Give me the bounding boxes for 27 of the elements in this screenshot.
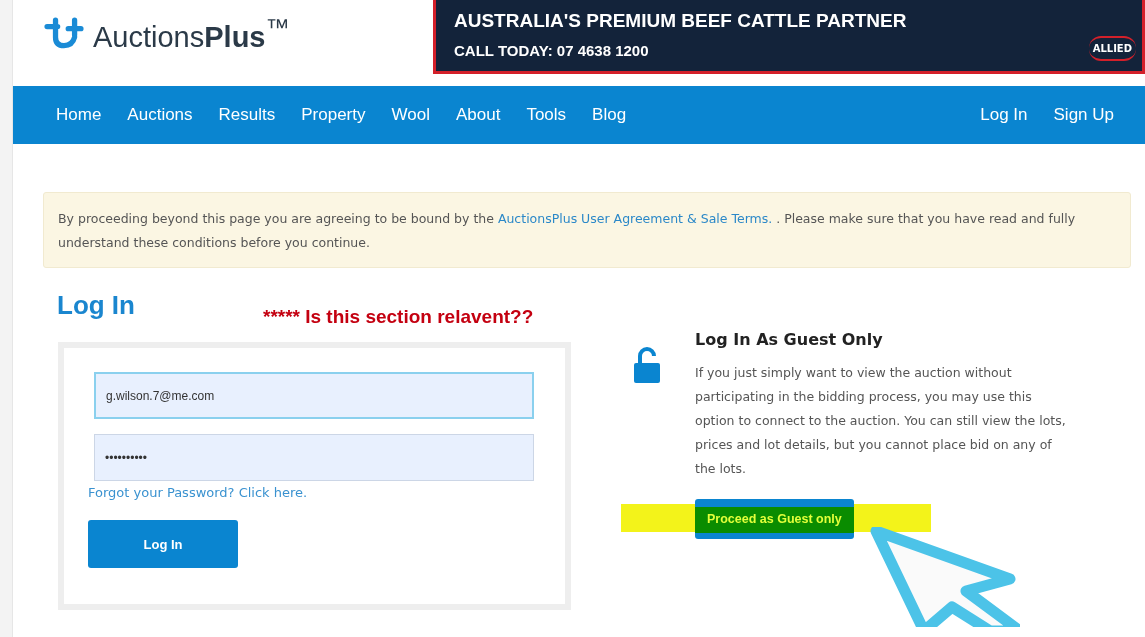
nav-link[interactable]: Log In: [967, 105, 1041, 125]
banner-headline: AUSTRALIA'S PREMIUM BEEF CATTLE PARTNER: [454, 9, 907, 32]
login-heading: Log In: [57, 290, 135, 321]
guest-heading: Log In As Guest Only: [695, 330, 884, 349]
logo-text[interactable]: AuctionsPlus$^{™}$: [93, 14, 290, 54]
nav-link[interactable]: Blog: [579, 105, 640, 125]
annotation-text: ***** Is this section relavent??: [263, 306, 534, 328]
unlock-icon: [633, 346, 661, 384]
login-button[interactable]: Log In: [88, 520, 238, 568]
brand-logo: ALLIED: [1088, 35, 1136, 61]
nav-link[interactable]: Auctions: [114, 105, 206, 125]
ad-banner[interactable]: AUSTRALIA'S PREMIUM BEEF CATTLE PARTNER CALL TODAY: 07 4638 1200 ALLIED: [433, 0, 1145, 74]
nav-link[interactable]: Tools: [513, 105, 580, 125]
forgot-password-link[interactable]: Forgot your Password? Click here.: [88, 485, 565, 500]
terms-link[interactable]: AuctionsPlus User Agreement & Sale Terms.: [497, 211, 773, 226]
banner-phone: CALL TODAY: 07 4638 1200: [454, 41, 650, 59]
nav-link[interactable]: Sign Up: [1040, 105, 1127, 125]
notice-text: By proceeding beyond this page you are agreeing to be bound by the AuctionsPlus User Agreement & Sale Terms. . Please make sure that you have read and fully understand these conditions before you continue.: [58, 210, 1077, 252]
guest-description: If you just simply want to view the auction without participating in the bidding process, you may use this option to connect to the auction. You can still view the lots, prices and lot details, but you cannot place bid on any of the lots.: [695, 364, 1067, 478]
nav-link[interactable]: Results: [205, 105, 289, 125]
guest-button[interactable]: Proceed as Guest only: [695, 499, 854, 539]
password-field[interactable]: ••••••••••: [94, 434, 534, 481]
nav-link[interactable]: About: [442, 105, 514, 125]
nav-link[interactable]: Wool: [378, 105, 443, 125]
email-field[interactable]: g.wilson.7@me.com: [94, 372, 534, 419]
nav-link[interactable]: Home: [43, 105, 115, 125]
nav-link[interactable]: Property: [288, 105, 379, 125]
